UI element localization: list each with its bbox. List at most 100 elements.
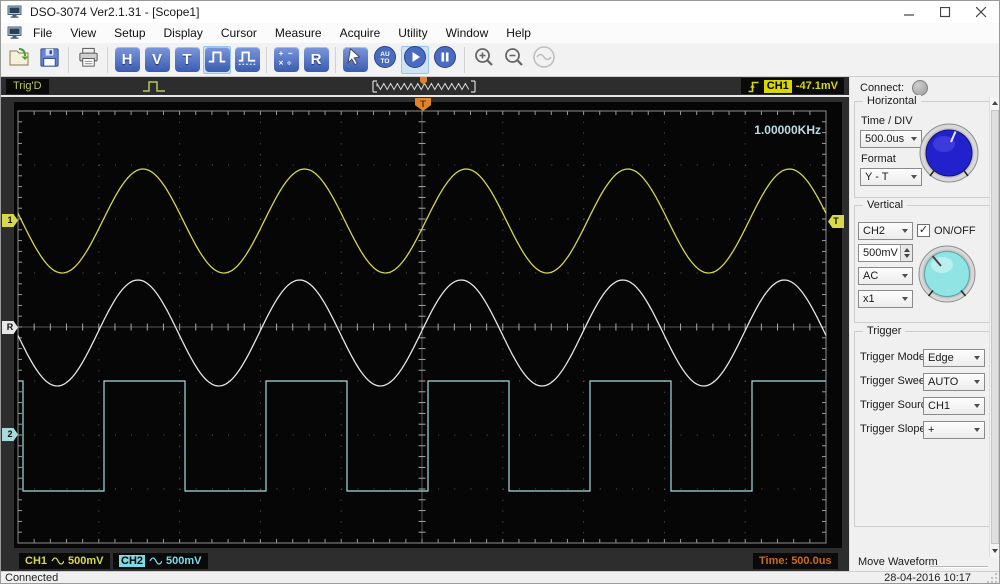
horizontal-group-title: Horizontal: [863, 95, 921, 107]
zoom-out-button[interactable]: [500, 46, 528, 74]
scope-panel: Trig'D CH1 -47.1mV 1.00000KHz 1 R 2 T T …: [1, 77, 849, 571]
open-button[interactable]: [5, 46, 33, 74]
window-controls: [891, 1, 999, 23]
trigger-level-value: -47.1mV: [795, 80, 838, 92]
cursor-tool-button[interactable]: [341, 46, 369, 74]
channel-bar: CH1 500mV CH2 500mV Time: 500.0us: [1, 550, 849, 571]
chevron-down-icon: [974, 380, 980, 384]
pause-button[interactable]: [431, 46, 459, 74]
ch2-label: CH2: [119, 555, 146, 567]
menu-item-file[interactable]: File: [24, 24, 61, 42]
svg-text:AU: AU: [380, 51, 390, 58]
toolbar-separator: [68, 46, 69, 73]
math-functions-button[interactable]: + − × ÷: [272, 46, 300, 74]
channel-select[interactable]: CH2: [858, 222, 913, 240]
probe-select[interactable]: x1: [858, 290, 913, 308]
time-div-select[interactable]: 500.0us: [860, 130, 922, 148]
vertical-settings-label: V: [151, 51, 162, 68]
trigger-settings-button[interactable]: T: [173, 46, 201, 74]
trigger-status-bar: Trig'D CH1 -47.1mV: [1, 77, 849, 95]
sampling-mode-button[interactable]: [233, 46, 261, 74]
stepper-arrows-icon[interactable]: [900, 245, 912, 261]
ac-coupling-icon: [51, 557, 65, 565]
auto-setup-button[interactable]: AU TO: [371, 46, 399, 74]
floppy-disk-icon: [38, 46, 61, 74]
vertical-settings-button[interactable]: V: [143, 46, 171, 74]
maximize-button[interactable]: [927, 1, 963, 23]
frequency-readout: 1.00000KHz: [754, 123, 821, 137]
onoff-checkbox[interactable]: ✓: [917, 224, 930, 237]
vertical-knob[interactable]: [916, 243, 978, 305]
move-waveform-slider[interactable]: [930, 566, 988, 568]
scroll-up-icon[interactable]: [991, 98, 999, 108]
folder-open-icon: [7, 45, 31, 74]
trigger-sweep-select[interactable]: AUTO: [923, 373, 985, 391]
resize-grip[interactable]: [986, 572, 998, 584]
toolbar-separator: [335, 46, 336, 73]
menu-item-help[interactable]: Help: [497, 24, 540, 42]
save-button[interactable]: [35, 46, 63, 74]
chevron-down-icon: [974, 356, 980, 360]
menu-item-display[interactable]: Display: [155, 24, 212, 42]
minimize-button[interactable]: [891, 1, 927, 23]
run-button[interactable]: [401, 45, 429, 74]
svg-text:TO: TO: [381, 58, 390, 65]
horizontal-knob[interactable]: [917, 121, 981, 185]
toolbar-separator: [107, 46, 108, 73]
waveform-preview-strip[interactable]: [369, 77, 479, 94]
continuous-capture-button[interactable]: [530, 46, 558, 74]
app-window: DSO-3074 Ver2.1.31 - [Scope1] File View Se…: [0, 0, 1000, 584]
title-bar: DSO-3074 Ver2.1.31 - [Scope1]: [1, 1, 999, 23]
trigger-source-select[interactable]: CH1: [923, 397, 985, 415]
scroll-down-icon[interactable]: [991, 546, 999, 556]
trigger-readout: CH1 -47.1mV: [740, 78, 844, 94]
vertical-group-title: Vertical: [863, 199, 908, 211]
trigger-settings-label: T: [182, 51, 192, 68]
chevron-down-icon: [902, 297, 908, 301]
document-icon: [7, 26, 22, 40]
datetime: 28-04-2016 10:17: [884, 572, 971, 584]
pulse-sample-icon: [236, 46, 258, 73]
ch1-label: CH1: [25, 555, 48, 567]
wave-circle-icon: [532, 45, 556, 74]
scope-display[interactable]: 1.00000KHz 1 R 2 T T: [1, 97, 849, 550]
volt-scale-stepper[interactable]: 500mV: [858, 244, 913, 262]
menu-item-cursor[interactable]: Cursor: [212, 24, 266, 42]
ch1-scale-readout[interactable]: CH1 500mV: [19, 553, 110, 569]
waveform-mode-button[interactable]: [203, 45, 231, 74]
trigger-group-title: Trigger: [863, 325, 906, 337]
svg-text:×: ×: [279, 58, 284, 67]
connection-status: Connected: [5, 572, 59, 584]
printer-icon: [77, 46, 100, 74]
menu-item-window[interactable]: Window: [437, 24, 498, 42]
panel-scrollbar[interactable]: [989, 97, 999, 557]
zoom-out-icon: [502, 45, 526, 74]
timebase-readout[interactable]: Time: 500.0us: [753, 553, 838, 569]
coupling-select[interactable]: AC: [858, 267, 913, 285]
close-button[interactable]: [963, 1, 999, 23]
ac-coupling-icon: [149, 557, 163, 565]
menu-item-utility[interactable]: Utility: [389, 24, 436, 42]
print-button[interactable]: [74, 46, 102, 74]
menu-item-setup[interactable]: Setup: [105, 24, 154, 42]
onoff-label: ON/OFF: [934, 225, 976, 237]
trigger-row-label: Trigger Slope: [860, 423, 926, 435]
horizontal-settings-button[interactable]: H: [113, 46, 141, 74]
edge-trigger-icon: [748, 81, 759, 92]
move-waveform-label: Move Waveform: [858, 556, 938, 568]
ch2-scale-readout[interactable]: CH2 500mV: [113, 553, 208, 569]
scrollbar-thumb[interactable]: [991, 110, 999, 544]
trigger-row-label: Trigger Source: [860, 399, 933, 411]
menu-item-view[interactable]: View: [61, 24, 105, 42]
menu-item-acquire[interactable]: Acquire: [331, 24, 390, 42]
trigger-slope-select[interactable]: +: [923, 421, 985, 439]
menu-item-measure[interactable]: Measure: [266, 24, 331, 42]
toolbar-separator: [464, 46, 465, 73]
pulse-icon: [206, 46, 228, 73]
reference-waveform-button[interactable]: R: [302, 46, 330, 74]
trigger-mode-select[interactable]: Edge: [923, 349, 985, 367]
waveform-plot: [14, 102, 842, 548]
chevron-down-icon: [974, 404, 980, 408]
format-select[interactable]: Y - T: [860, 168, 922, 186]
zoom-in-button[interactable]: [470, 46, 498, 74]
